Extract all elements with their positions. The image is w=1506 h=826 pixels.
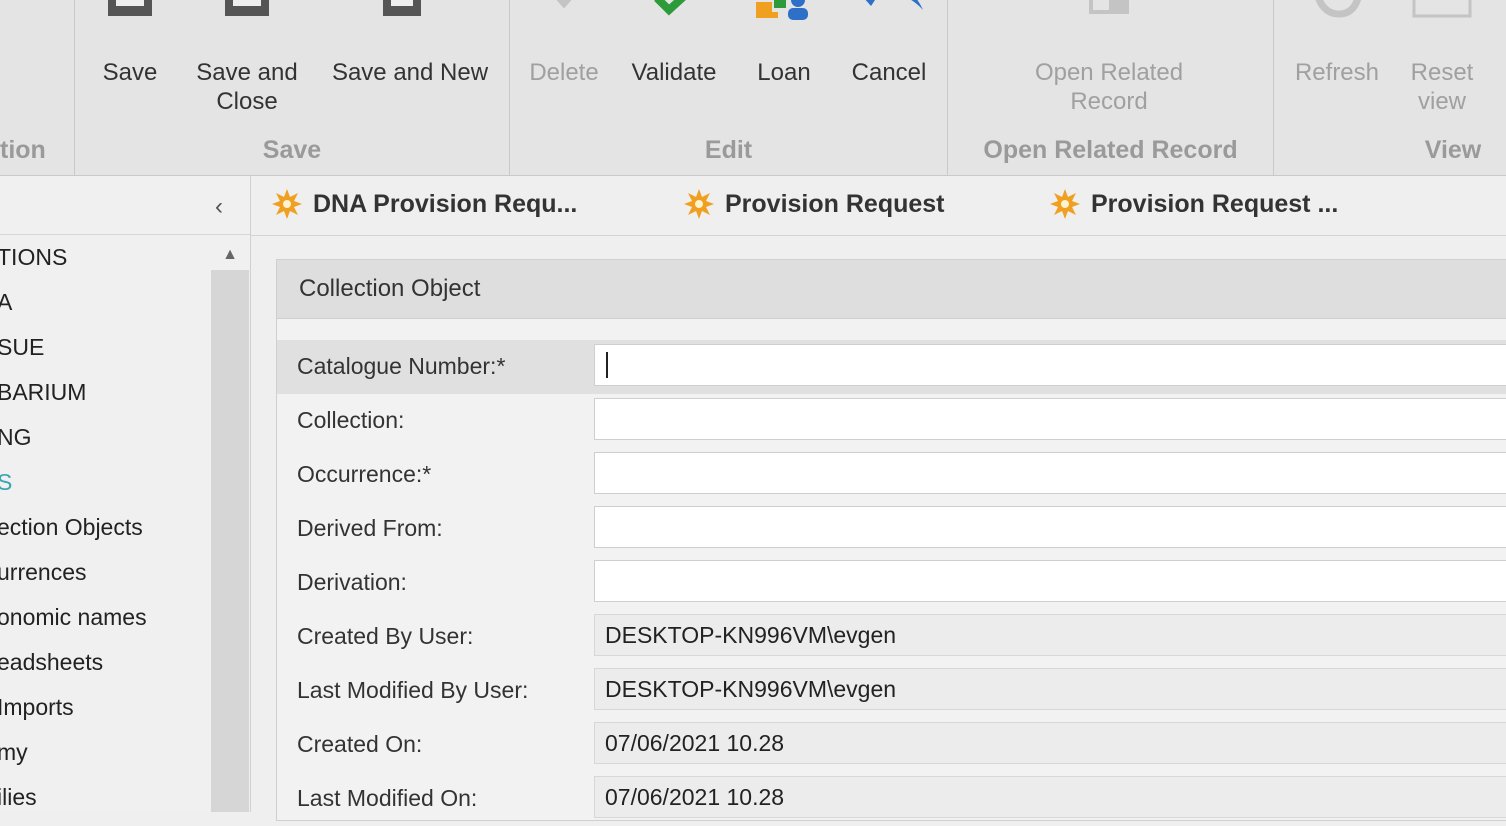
field-label: Created On:	[297, 731, 423, 757]
form-row-derivation: Derivation:	[277, 556, 1506, 610]
save-and-close-button[interactable]: Save and Close	[196, 0, 298, 130]
nav-item[interactable]: SUE	[0, 334, 44, 361]
save-and-close-label: Save and Close	[196, 59, 298, 115]
new-record-star-icon	[684, 189, 714, 219]
delete-button[interactable]: Delete	[529, 0, 599, 130]
nav-item-spreadsheets[interactable]: eadsheets	[0, 649, 103, 676]
nav-divider	[0, 234, 250, 235]
cancel-label: Cancel	[851, 59, 927, 86]
nav-item-taxonomic-names[interactable]: onomic names	[0, 604, 147, 631]
reset-view-button[interactable]: Reset view	[1410, 0, 1474, 130]
nav-item-occurrences[interactable]: urrences	[0, 559, 86, 586]
panel-header: Collection Object	[277, 260, 1506, 319]
ribbon-group-title-view: View	[1424, 136, 1482, 164]
field-label: Occurrence:*	[297, 461, 432, 487]
document-tabs: DNA Provision Requ... Provision Request …	[251, 176, 1506, 236]
delete-x-icon	[556, 0, 572, 9]
nav-scrollbar[interactable]: ▲	[211, 236, 249, 812]
form-row-last-modified-by-user: Last Modified By User:	[277, 664, 1506, 718]
save-button[interactable]: Save	[97, 0, 163, 130]
save-and-new-label: Save and New	[331, 59, 489, 86]
form-row-created-by-user: Created By User:	[277, 610, 1506, 664]
floppy-disk-icon	[108, 0, 152, 16]
form-row-created-on: Created On:	[277, 718, 1506, 772]
navigation-pane: ‹ TIONS A SUE BARIUM NG S ection Objects…	[0, 176, 251, 812]
nav-item[interactable]: A	[0, 289, 12, 316]
nav-item[interactable]: my	[0, 739, 28, 766]
field-label: Last Modified By User:	[297, 677, 529, 703]
occurrence-input[interactable]	[594, 452, 1506, 494]
tab-label: Provision Request	[725, 190, 945, 218]
open-related-icon	[1089, 0, 1129, 14]
collection-input[interactable]	[594, 398, 1506, 440]
field-label: Collection:	[297, 407, 405, 433]
delete-label: Delete	[529, 59, 599, 86]
tab-label: Provision Request ...	[1091, 190, 1339, 218]
undo-arrow-icon	[865, 0, 923, 10]
open-related-record-button[interactable]: Open Related Record	[1028, 0, 1190, 130]
ribbon-group-title-save: Save	[262, 136, 322, 164]
open-related-record-label: Open Related Record	[1034, 59, 1184, 115]
collection-object-panel: Collection Object Catalogue Number:* Col…	[276, 259, 1506, 821]
text-caret	[606, 352, 608, 378]
new-record-star-icon	[272, 189, 302, 219]
field-label: Catalogue Number:*	[297, 353, 506, 379]
scrollbar-thumb[interactable]	[211, 270, 249, 812]
derived-from-input[interactable]	[594, 506, 1506, 548]
created-on-field[interactable]	[594, 722, 1506, 764]
field-label: Derived From:	[297, 515, 443, 541]
ribbon-group-open-related: Open Related Record Open Related Record	[948, 0, 1274, 175]
ribbon-group-title: tion	[0, 136, 46, 164]
nav-item-collection-objects[interactable]: ection Objects	[0, 514, 143, 541]
refresh-icon	[1315, 0, 1362, 18]
ribbon-group-title-edit: Edit	[704, 136, 753, 164]
new-record-star-icon	[1050, 189, 1080, 219]
tab-label: DNA Provision Requ...	[313, 190, 578, 218]
form-row-occurrence: Occurrence:*	[277, 448, 1506, 502]
refresh-label: Refresh	[1294, 59, 1380, 86]
ribbon: tion Save Save and Close Save and New Sa…	[0, 0, 1506, 176]
reset-view-label: Reset view	[1410, 59, 1474, 115]
save-and-new-button[interactable]: Save and New	[332, 0, 488, 130]
nav-item[interactable]: ilies	[0, 784, 37, 811]
nav-item-imports[interactable]: Imports	[0, 694, 74, 721]
checkmark-icon	[654, 0, 686, 16]
ribbon-group-view: Refresh Reset view View	[1274, 0, 1506, 175]
panel-title: Collection Object	[299, 275, 481, 302]
ribbon-group-partial: tion	[0, 0, 75, 175]
cancel-button[interactable]: Cancel	[850, 0, 928, 130]
form-row-collection: Collection:	[277, 394, 1506, 448]
catalogue-number-input[interactable]	[594, 344, 1506, 386]
save-new-icon	[383, 0, 421, 16]
reset-view-icon	[1412, 0, 1472, 18]
refresh-button[interactable]: Refresh	[1294, 0, 1380, 130]
form-row-derived-from: Derived From:	[277, 502, 1506, 556]
nav-item[interactable]: S	[0, 469, 12, 496]
ribbon-group-title-open-related: Open Related Record	[983, 136, 1238, 164]
collapse-pane-button[interactable]: ‹	[208, 194, 230, 220]
nav-item[interactable]: BARIUM	[0, 379, 86, 406]
field-label: Created By User:	[297, 623, 474, 649]
save-button-label: Save	[102, 59, 158, 86]
ribbon-group-save: Save Save and Close Save and New Save	[75, 0, 510, 175]
form-row-catalogue-number: Catalogue Number:*	[277, 340, 1506, 394]
form-row-last-modified-on: Last Modified On:	[277, 772, 1506, 826]
loan-label: Loan	[757, 59, 811, 86]
created-by-user-field[interactable]	[594, 614, 1506, 656]
loan-button[interactable]: Loan	[754, 0, 814, 130]
field-label: Last Modified On:	[297, 785, 478, 811]
nav-item[interactable]: NG	[0, 424, 32, 451]
validate-button[interactable]: Validate	[632, 0, 716, 130]
last-modified-by-user-field[interactable]	[594, 668, 1506, 710]
field-label: Derivation:	[297, 569, 407, 595]
floppy-disk-icon	[225, 0, 269, 16]
ribbon-group-edit: Delete Validate Loan Cancel Edit	[510, 0, 948, 175]
scroll-up-arrow-icon[interactable]: ▲	[211, 242, 249, 268]
derivation-input[interactable]	[594, 560, 1506, 602]
loan-icon	[756, 0, 808, 20]
nav-item[interactable]: TIONS	[0, 244, 67, 271]
validate-label: Validate	[631, 59, 717, 86]
